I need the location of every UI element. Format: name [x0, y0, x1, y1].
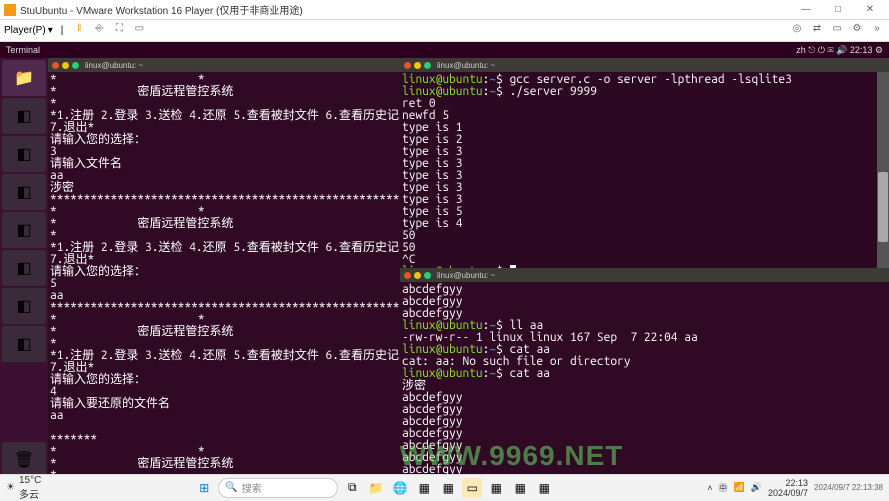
- taskbar-clock[interactable]: 22:13 2024/09/7: [768, 478, 808, 498]
- vmware-titlebar: StuUbuntu - VMware Workstation 16 Player…: [0, 0, 889, 20]
- tools-icon[interactable]: ⚙: [849, 23, 865, 39]
- window-title: StuUbuntu - VMware Workstation 16 Player…: [20, 2, 791, 17]
- terminal-left[interactable]: linux@ubuntu: ~ * * * 密盾远程管控系统 * *1.注册 2…: [48, 58, 400, 478]
- vm-control-group: ‖ ⎆ ⛶ ▭: [71, 23, 147, 39]
- weather-cond: 多云: [19, 486, 41, 501]
- terminal-rb-titlebar[interactable]: linux@ubuntu: ~: [400, 268, 889, 282]
- scrollbar-thumb[interactable]: [878, 172, 888, 242]
- term-max-icon[interactable]: [72, 62, 79, 69]
- dropdown-icon: ▾: [48, 25, 53, 36]
- term-min-icon[interactable]: [62, 62, 69, 69]
- term-min-icon[interactable]: [414, 62, 421, 69]
- taskbar-tray: ˄ ㊥ 📶 🔊 22:13 2024/09/7 2024/09/7 22:13:…: [707, 478, 883, 498]
- terminal-right-top[interactable]: linux@ubuntu: ~ linux@ubuntu:~$ gcc serv…: [400, 58, 889, 268]
- vmware-icon: [4, 4, 16, 16]
- start-icon[interactable]: ⊞: [194, 478, 214, 498]
- search-placeholder: 搜索: [242, 480, 262, 495]
- fullscreen-icon[interactable]: ⛶: [111, 23, 127, 39]
- terminal-rt-output[interactable]: linux@ubuntu:~$ gcc server.c -o server -…: [400, 72, 889, 268]
- launcher-files-icon[interactable]: 📁: [2, 60, 46, 96]
- drive-icon[interactable]: ▭: [829, 23, 845, 39]
- clock-date: 2024/09/7: [768, 488, 808, 498]
- window-controls: — □ ✕: [791, 2, 885, 18]
- app-icon[interactable]: ▦: [486, 478, 506, 498]
- send-keys-icon[interactable]: ⎆: [91, 23, 107, 39]
- weather-icon: ☀: [6, 482, 15, 493]
- tray-ime-icon[interactable]: ㊥: [719, 481, 728, 494]
- app-icon[interactable]: ▦: [438, 478, 458, 498]
- unity-launcher: 📁 ◧ ◧ ◧ ◧ ◧ ◧ ◧ 🗑: [0, 58, 48, 478]
- help-icon[interactable]: »: [869, 23, 885, 39]
- toolbar-sep: |: [61, 25, 64, 36]
- maximize-button[interactable]: □: [823, 2, 853, 18]
- tray-wifi-icon[interactable]: 📶: [734, 482, 745, 493]
- launcher-item[interactable]: ◧: [2, 250, 46, 286]
- ubuntu-indicators[interactable]: zh ⎋ ⏻ ✉ 🔊 22:13 ⚙: [796, 45, 883, 56]
- term-close-icon[interactable]: [52, 62, 59, 69]
- term-max-icon[interactable]: [424, 62, 431, 69]
- ubuntu-menubar: Terminal zh ⎋ ⏻ ✉ 🔊 22:13 ⚙: [0, 42, 889, 58]
- launcher-item[interactable]: ◧: [2, 212, 46, 248]
- term-close-icon[interactable]: [404, 62, 411, 69]
- close-button[interactable]: ✕: [855, 2, 885, 18]
- clock-time: 22:13: [768, 478, 808, 488]
- terminal-rb-title: linux@ubuntu: ~: [437, 271, 495, 280]
- taskbar-search[interactable]: 🔍 搜索: [218, 478, 338, 498]
- vmware-toolbar: Player(P) ▾ | ‖ ⎆ ⛶ ▭ ◎ ⇄ ▭ ⚙ »: [0, 20, 889, 42]
- ubuntu-app-name: Terminal: [6, 45, 796, 55]
- net-icon[interactable]: ⇄: [809, 23, 825, 39]
- taskbar-weather[interactable]: ☀ 15°C 多云: [6, 475, 41, 501]
- launcher-item[interactable]: ◧: [2, 326, 46, 362]
- term-min-icon[interactable]: [414, 272, 421, 279]
- launcher-item[interactable]: ◧: [2, 98, 46, 134]
- terminal-rb-output[interactable]: abcdefgyy abcdefgyy abcdefgyy linux@ubun…: [400, 282, 889, 478]
- vmware-task-icon[interactable]: ▭: [462, 478, 482, 498]
- terminal-area: linux@ubuntu: ~ * * * 密盾远程管控系统 * *1.注册 2…: [48, 58, 889, 478]
- tray-chevron-icon[interactable]: ˄: [707, 483, 712, 493]
- explorer-icon[interactable]: 📁: [366, 478, 386, 498]
- weather-temp: 15°C: [19, 475, 41, 486]
- cd-icon[interactable]: ◎: [789, 23, 805, 39]
- launcher-item[interactable]: ◧: [2, 174, 46, 210]
- term-close-icon[interactable]: [404, 272, 411, 279]
- app-icon[interactable]: ▦: [414, 478, 434, 498]
- app-icon[interactable]: ▦: [510, 478, 530, 498]
- ubuntu-workspace: 📁 ◧ ◧ ◧ ◧ ◧ ◧ ◧ 🗑 linux@ubuntu: ~ * * * …: [0, 58, 889, 478]
- terminal-rt-scrollbar[interactable]: [877, 72, 889, 268]
- clock-tooltip: 2024/09/7 22:13:38: [814, 483, 883, 492]
- vm-right-tools: ◎ ⇄ ▭ ⚙ »: [789, 23, 885, 39]
- launcher-item[interactable]: ◧: [2, 288, 46, 324]
- player-menu-label: Player(P): [4, 25, 46, 36]
- app-icon[interactable]: ▦: [534, 478, 554, 498]
- terminal-right-bottom[interactable]: linux@ubuntu: ~ abcdefgyy abcdefgyy abcd…: [400, 268, 889, 478]
- terminal-left-output[interactable]: * * * 密盾远程管控系统 * *1.注册 2.登录 3.送检 4.还原 5.…: [48, 72, 400, 478]
- search-icon: 🔍: [225, 482, 237, 493]
- launcher-item[interactable]: ◧: [2, 136, 46, 172]
- launcher-trash-icon[interactable]: 🗑: [2, 442, 46, 478]
- edge-icon[interactable]: 🌐: [390, 478, 410, 498]
- terminal-left-title: linux@ubuntu: ~: [85, 61, 143, 70]
- unity-icon[interactable]: ▭: [131, 23, 147, 39]
- term-max-icon[interactable]: [424, 272, 431, 279]
- terminal-rt-titlebar[interactable]: linux@ubuntu: ~: [400, 58, 889, 72]
- pause-icon[interactable]: ‖: [71, 23, 87, 39]
- taskbar-center: ⊞ 🔍 搜索 ⧉ 📁 🌐 ▦ ▦ ▭ ▦ ▦ ▦: [41, 478, 707, 498]
- taskview-icon[interactable]: ⧉: [342, 478, 362, 498]
- player-menu[interactable]: Player(P) ▾: [4, 25, 53, 36]
- terminal-left-titlebar[interactable]: linux@ubuntu: ~: [48, 58, 400, 72]
- windows-taskbar: ☀ 15°C 多云 ⊞ 🔍 搜索 ⧉ 📁 🌐 ▦ ▦ ▭ ▦ ▦ ▦ ˄ ㊥ 📶…: [0, 474, 889, 500]
- terminal-rt-title: linux@ubuntu: ~: [437, 61, 495, 70]
- tray-volume-icon[interactable]: 🔊: [751, 482, 762, 493]
- minimize-button[interactable]: —: [791, 2, 821, 18]
